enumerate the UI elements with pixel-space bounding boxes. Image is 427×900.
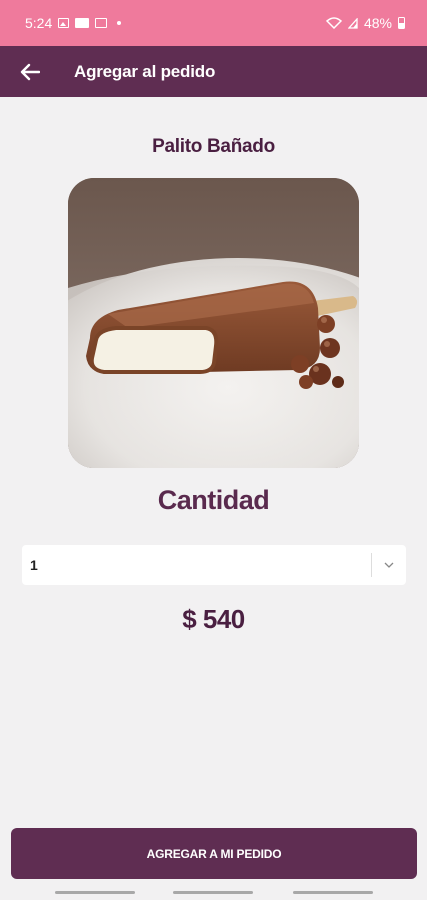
quantity-value: 1 xyxy=(30,557,38,573)
product-image xyxy=(68,178,359,468)
battery-icon xyxy=(398,17,405,29)
nav-hint-center xyxy=(173,891,253,894)
arrow-left-icon xyxy=(20,63,40,80)
status-right: 48% xyxy=(325,15,405,31)
status-time: 5:24 xyxy=(25,15,53,31)
page-title: Agregar al pedido xyxy=(74,61,216,81)
status-left: 5:24 xyxy=(25,15,122,31)
image-icon xyxy=(58,18,70,28)
nav-hint-left xyxy=(55,891,135,894)
quantity-select[interactable]: 1 xyxy=(22,545,406,585)
quantity-title: Cantidad xyxy=(157,485,270,515)
chevron-down-icon[interactable] xyxy=(372,545,406,585)
signal-icon xyxy=(347,17,358,29)
add-to-order-button[interactable]: AGREGAR A MI PEDIDO xyxy=(11,828,417,879)
nav-hint-right xyxy=(293,891,373,894)
wifi-icon xyxy=(325,17,342,29)
price: $ 540 xyxy=(182,604,245,634)
status-bar: 5:24 48% xyxy=(0,0,427,46)
battery-percent: 48% xyxy=(363,15,392,31)
card-icon xyxy=(95,18,108,28)
screen: 5:24 48% Agregar al pedido Palito Bañado… xyxy=(0,0,427,900)
mail-icon xyxy=(75,18,90,28)
app-bar: Agregar al pedido xyxy=(0,46,427,97)
back-button[interactable] xyxy=(0,46,60,97)
dot-icon xyxy=(117,21,122,25)
product-name: Palito Bañado xyxy=(152,136,275,157)
